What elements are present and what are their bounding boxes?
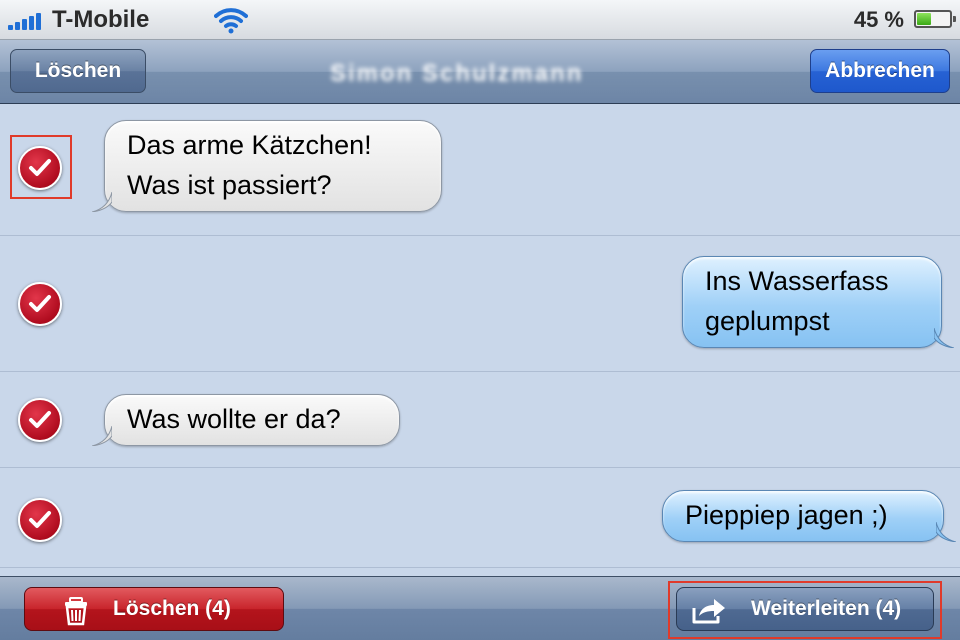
cancel-button[interactable]: Abbrechen <box>810 49 950 93</box>
incoming-bubble: Das arme Kätzchen! Was ist passiert? <box>104 120 442 212</box>
message-line: Ins Wasserfass <box>705 266 889 296</box>
share-arrow-icon <box>692 599 725 624</box>
checkmark-icon[interactable] <box>18 498 62 542</box>
carrier-name: T-Mobile <box>52 6 150 33</box>
conversation-title: Simon Schulzmann <box>330 60 584 87</box>
message-line: Das arme Kätzchen! <box>127 130 372 160</box>
checkmark-icon[interactable] <box>18 398 62 442</box>
signal-bars-icon <box>8 12 48 30</box>
trash-icon <box>65 597 87 626</box>
delete-all-button[interactable]: Löschen <box>10 49 146 93</box>
message-list: Das arme Kätzchen! Was ist passiert? Ins… <box>0 104 960 576</box>
message-row[interactable]: Pieppiep jagen ;) <box>0 468 960 568</box>
delete-selected-label: Löschen (4) <box>113 597 231 620</box>
checkmark-icon[interactable] <box>18 282 62 326</box>
checkmark-icon[interactable] <box>18 146 62 190</box>
bubble-tail <box>936 522 956 542</box>
bubble-tail <box>92 426 112 446</box>
bottom-toolbar: Löschen (4) Weiterleiten (4) <box>0 576 960 640</box>
outgoing-bubble: Ins Wasserfass geplumpst <box>682 256 942 348</box>
message-row[interactable]: Ins Wasserfass geplumpst <box>0 236 960 372</box>
battery-percent: 45 % <box>853 7 904 32</box>
forward-selected-label: Weiterleiten (4) <box>751 597 902 620</box>
bubble-tail <box>92 192 112 212</box>
message-row[interactable]: Das arme Kätzchen! Was ist passiert? <box>0 104 960 236</box>
wifi-icon <box>214 8 248 34</box>
bubble-tail <box>934 328 954 348</box>
outgoing-bubble: Pieppiep jagen ;) <box>662 490 944 542</box>
incoming-bubble: Was wollte er da? <box>104 394 400 446</box>
forward-selected-button[interactable]: Weiterleiten (4) <box>676 587 934 631</box>
message-row[interactable]: Was wollte er da? <box>0 372 960 468</box>
message-line: geplumpst <box>705 306 830 336</box>
navigation-bar: Löschen Simon Schulzmann Abbrechen <box>0 40 960 104</box>
message-line: Pieppiep jagen ;) <box>685 500 888 530</box>
battery-icon <box>914 10 956 28</box>
message-line: Was wollte er da? <box>127 404 341 434</box>
status-bar: T-Mobile 45 % <box>0 0 960 40</box>
message-line: Was ist passiert? <box>127 170 332 200</box>
delete-selected-button[interactable]: Löschen (4) <box>24 587 284 631</box>
